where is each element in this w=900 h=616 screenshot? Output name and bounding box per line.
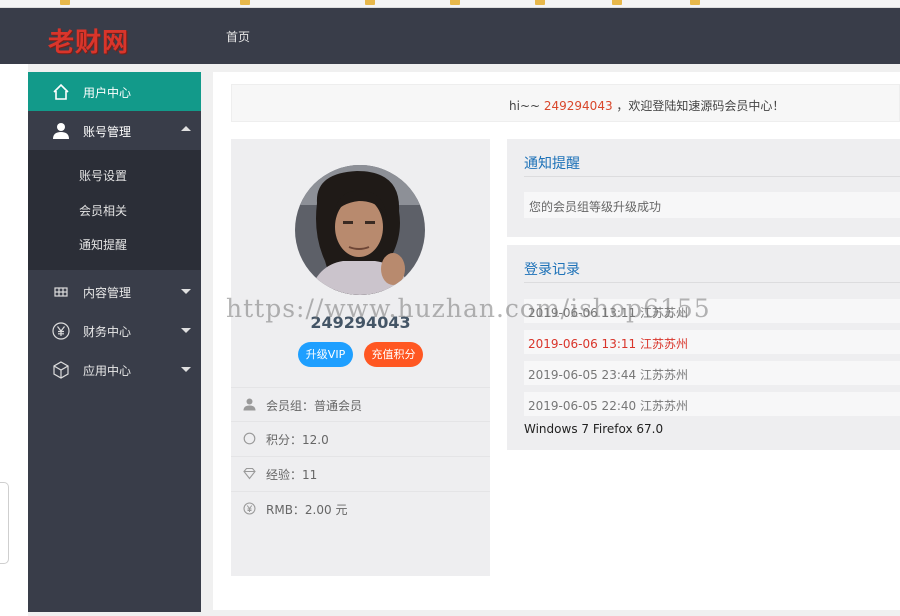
login-records-title: 登录记录: [524, 262, 580, 278]
sidebar-item-account-management[interactable]: 账号管理: [28, 111, 201, 150]
sidebar-item-content-management[interactable]: 内容管理: [28, 272, 201, 311]
sidebar-item-label: 应用中心: [83, 364, 132, 378]
bookmark-folder-icon[interactable]: [450, 0, 460, 5]
experience-row: 经验：11: [231, 456, 490, 490]
sidebar-item-finance-center[interactable]: 财务中心: [28, 311, 201, 350]
avatar-photo: [295, 165, 425, 295]
user-agent-text: Windows 7 Firefox 67.0: [524, 422, 664, 436]
divider: [524, 282, 900, 283]
recharge-points-button[interactable]: 充值积分: [364, 342, 423, 367]
side-float-tab[interactable]: [0, 482, 9, 564]
login-records-panel: 登录记录 2019-06-06 13:11 江苏苏州 2019-06-06 13…: [507, 245, 900, 450]
top-header: 老财网 首页: [0, 8, 900, 64]
diamond-icon: [243, 467, 256, 480]
home-icon: [53, 83, 69, 100]
watermark: https://www.huzhan.com/ishop6155: [226, 294, 711, 323]
account-submenu: 账号设置 会员相关 通知提醒: [28, 150, 201, 270]
sidebar-item-label: 用户中心: [83, 86, 132, 100]
login-record-row: 2019-06-05 22:40 江苏苏州: [524, 392, 900, 416]
user-icon: [243, 398, 256, 411]
yen-icon: [52, 322, 70, 340]
member-group-text: 会员组：普通会员: [266, 399, 363, 413]
notice-item-text: 您的会员组等级升级成功: [529, 200, 662, 214]
nav-home-link[interactable]: 首页: [226, 28, 250, 45]
browser-bookmarks-bar: [0, 0, 900, 8]
sidebar-item-app-center[interactable]: 应用中心: [28, 350, 201, 389]
points-text: 积分：12.0: [266, 433, 329, 447]
rmb-row: RMB：2.00 元: [231, 491, 490, 525]
welcome-suffix: ，欢迎登陆知速源码会员中心！: [612, 99, 785, 113]
notice-title: 通知提醒: [524, 156, 580, 172]
login-record-text: 2019-06-05 22:40 江苏苏州: [528, 399, 688, 413]
divider: [524, 176, 900, 177]
bookmark-folder-icon[interactable]: [60, 0, 70, 5]
chevron-down-icon: [181, 328, 191, 333]
grid-icon: [54, 287, 68, 297]
chevron-down-icon: [181, 289, 191, 294]
notice-panel: 通知提醒 您的会员组等级升级成功: [507, 139, 900, 237]
yen-circle-icon: [243, 502, 256, 515]
upgrade-vip-button[interactable]: 升级VIP: [298, 342, 353, 367]
welcome-banner: hi~~ 249294043 ，欢迎登陆知速源码会员中心！: [231, 84, 900, 122]
login-record-text: 2019-06-06 13:11 江苏苏州: [528, 337, 688, 351]
submenu-item-notifications[interactable]: 通知提醒: [79, 236, 127, 253]
bookmark-folder-icon[interactable]: [240, 0, 250, 5]
bookmark-folder-icon[interactable]: [365, 0, 375, 5]
login-record-row: 2019-06-06 13:11 江苏苏州: [524, 330, 900, 354]
chevron-up-icon: [181, 126, 191, 131]
welcome-prefix: hi~~: [509, 99, 544, 113]
bookmark-folder-icon[interactable]: [690, 0, 700, 5]
login-record-row: 2019-06-05 23:44 江苏苏州: [524, 361, 900, 385]
user-icon: [53, 123, 69, 139]
bookmark-folder-icon[interactable]: [612, 0, 622, 5]
member-group-row: 会员组：普通会员: [231, 387, 490, 421]
sidebar-item-label: 账号管理: [83, 125, 132, 139]
circle-icon: [243, 432, 256, 445]
chevron-down-icon: [181, 367, 191, 372]
notice-item[interactable]: 您的会员组等级升级成功: [524, 192, 900, 218]
sidebar-item-label: 内容管理: [83, 286, 132, 300]
cube-icon: [53, 361, 69, 379]
sidebar-item-label: 财务中心: [83, 325, 132, 339]
profile-card: 249294043 升级VIP 充值积分 会员组：普通会员 积分：12.0 经验…: [231, 139, 490, 576]
sidebar-item-user-center[interactable]: 用户中心: [28, 72, 201, 111]
bookmark-folder-icon[interactable]: [535, 0, 545, 5]
site-logo[interactable]: 老财网: [48, 22, 129, 59]
welcome-user-id: 249294043: [543, 99, 613, 113]
experience-text: 经验：11: [266, 468, 318, 482]
submenu-item-membership[interactable]: 会员相关: [79, 202, 127, 219]
login-record-text: 2019-06-05 23:44 江苏苏州: [528, 368, 688, 382]
submenu-item-account-settings[interactable]: 账号设置: [79, 167, 127, 184]
avatar[interactable]: [295, 165, 425, 295]
sidebar: 用户中心 账号管理 账号设置 会员相关 通知提醒 内容管理 财务中心 应用中心: [28, 72, 201, 612]
rmb-text: RMB：2.00 元: [266, 503, 348, 517]
welcome-text: hi~~ 249294043 ，欢迎登陆知速源码会员中心！: [509, 97, 784, 114]
points-row: 积分：12.0: [231, 421, 490, 455]
